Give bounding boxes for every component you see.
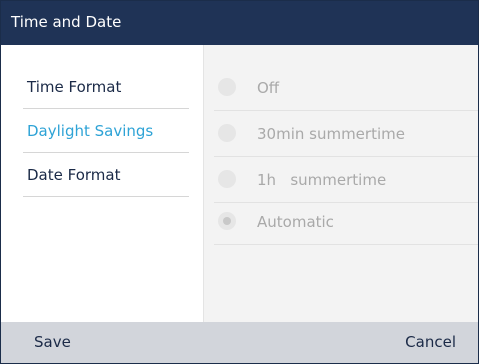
radio-button[interactable]: [218, 170, 236, 188]
softkey-bar: Save Cancel: [1, 322, 478, 363]
option-label: Off: [257, 79, 280, 97]
option-30min-summertime[interactable]: 30min summertime: [214, 111, 478, 157]
save-softkey[interactable]: Save: [34, 333, 71, 351]
option-label: Automatic: [257, 213, 334, 231]
radio-button-selected[interactable]: [218, 212, 236, 230]
option-off[interactable]: Off: [214, 65, 478, 111]
page-title: Time and Date: [11, 13, 122, 31]
sidebar-item-daylight-savings[interactable]: Daylight Savings: [23, 109, 189, 153]
settings-sidebar: Time Format Daylight Savings Date Format: [1, 45, 204, 322]
option-label: 1h summertime: [257, 171, 387, 189]
option-automatic[interactable]: Automatic: [214, 199, 478, 245]
cancel-softkey[interactable]: Cancel: [405, 333, 456, 351]
option-label: 30min summertime: [257, 125, 405, 143]
sidebar-item-label: Time Format: [27, 78, 122, 96]
sidebar-item-label: Date Format: [27, 166, 121, 184]
option-1h-summertime[interactable]: 1h summertime: [214, 157, 478, 203]
time-and-date-screen: Time and Date Time Format Daylight Savin…: [0, 0, 479, 364]
radio-button[interactable]: [218, 124, 236, 142]
sidebar-item-date-format[interactable]: Date Format: [23, 153, 189, 197]
daylight-savings-options: Off 30min summertime 1h summertime Autom…: [204, 45, 478, 322]
sidebar-item-time-format[interactable]: Time Format: [23, 65, 189, 109]
radio-button[interactable]: [218, 78, 236, 96]
title-bar: Time and Date: [1, 1, 478, 45]
sidebar-item-label: Daylight Savings: [27, 122, 154, 140]
